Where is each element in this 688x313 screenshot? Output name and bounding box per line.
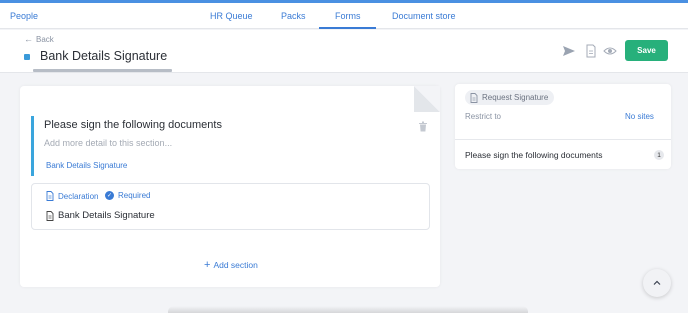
page-fold bbox=[414, 86, 440, 112]
chip-label: Request Signature bbox=[482, 93, 549, 102]
arrow-left-icon: ← bbox=[24, 34, 33, 44]
title-color-dot bbox=[24, 54, 30, 60]
outline-section-item[interactable]: Please sign the following documents bbox=[465, 150, 603, 160]
section-detail-input[interactable]: Add more detail to this section... bbox=[44, 138, 172, 148]
brand-link[interactable]: People bbox=[10, 11, 38, 21]
item-type-label: Declaration bbox=[58, 191, 99, 201]
document-icon bbox=[46, 210, 54, 221]
send-icon[interactable] bbox=[562, 44, 576, 58]
save-button[interactable]: Save bbox=[625, 40, 668, 61]
scroll-top-button[interactable] bbox=[643, 269, 671, 297]
required-label: Required bbox=[118, 191, 151, 200]
form-card: Please sign the following documents Add … bbox=[20, 86, 440, 287]
section-document-link[interactable]: Bank Details Signature bbox=[46, 161, 127, 170]
check-circle-icon: ✓ bbox=[105, 191, 114, 200]
back-label: Back bbox=[36, 35, 54, 44]
bottom-shadow bbox=[168, 306, 528, 313]
eye-icon[interactable] bbox=[603, 44, 617, 58]
item-type-tag: Declaration bbox=[46, 191, 98, 201]
add-section-button[interactable]: + Add section bbox=[204, 259, 258, 271]
trash-icon[interactable] bbox=[418, 121, 428, 132]
document-icon bbox=[470, 92, 478, 103]
section-title[interactable]: Please sign the following documents bbox=[44, 119, 222, 131]
request-signature-chip[interactable]: Request Signature bbox=[465, 90, 555, 105]
required-badge: ✓ Required bbox=[105, 191, 150, 200]
tab-packs[interactable]: Packs bbox=[281, 11, 306, 21]
plus-icon: + bbox=[204, 259, 211, 271]
tab-forms[interactable]: Forms bbox=[335, 11, 361, 21]
document-icon bbox=[46, 191, 54, 201]
top-nav: People HR Queue Packs Forms Document sto… bbox=[0, 3, 688, 29]
page-title[interactable]: Bank Details Signature bbox=[40, 49, 167, 63]
form-section[interactable]: Please sign the following documents Add … bbox=[31, 116, 430, 176]
restrict-label: Restrict to bbox=[465, 112, 502, 121]
chevron-up-icon bbox=[653, 280, 661, 285]
divider bbox=[455, 139, 671, 140]
count-badge: 1 bbox=[654, 150, 664, 160]
document-item[interactable]: Declaration ✓ Required Bank Details Sign… bbox=[31, 183, 430, 230]
item-name-label: Bank Details Signature bbox=[58, 210, 155, 221]
document-icon[interactable] bbox=[584, 44, 598, 58]
back-link[interactable]: ← Back bbox=[24, 34, 54, 44]
title-underline bbox=[33, 69, 172, 72]
tab-document-store[interactable]: Document store bbox=[392, 11, 456, 21]
active-tab-indicator bbox=[319, 27, 376, 29]
side-panel: Request Signature Restrict to No sites P… bbox=[455, 84, 671, 169]
item-name: Bank Details Signature bbox=[46, 210, 155, 221]
tab-hr-queue[interactable]: HR Queue bbox=[210, 11, 253, 21]
add-section-label: Add section bbox=[213, 260, 258, 270]
restrict-value-link[interactable]: No sites bbox=[625, 112, 654, 121]
page-header: ← Back Bank Details Signature Save bbox=[0, 30, 688, 73]
